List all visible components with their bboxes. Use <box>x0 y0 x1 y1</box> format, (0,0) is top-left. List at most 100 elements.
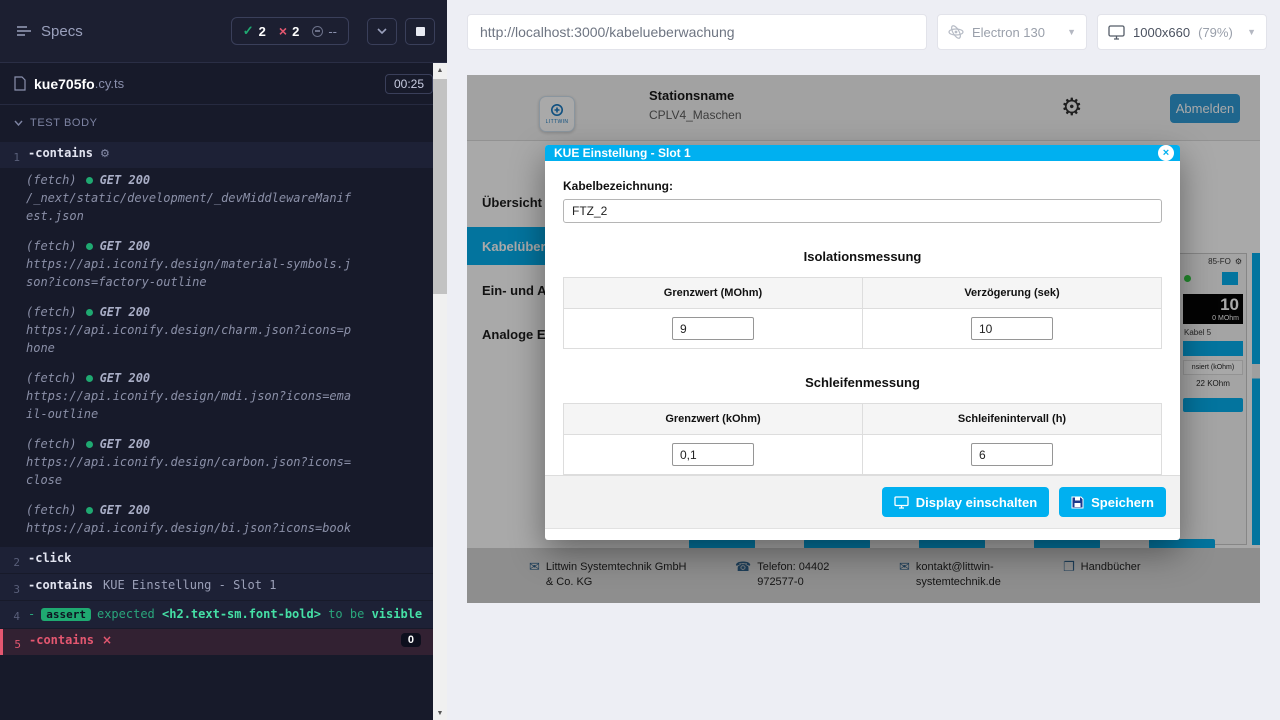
modal-title-bar: KUE Einstellung - Slot 1 × <box>545 145 1180 161</box>
fetch-status: GET 200 <box>100 305 151 319</box>
viewport-zoom: (79%) <box>1198 25 1233 40</box>
display-on-button[interactable]: Display einschalten <box>882 487 1049 517</box>
cypress-reporter: Specs ✓2 ×2 -- kue705fo .cy.ts 00:25 TES… <box>0 0 447 720</box>
fetch-status: GET 200 <box>100 239 151 253</box>
options-gear-icon: ⚙ <box>100 147 110 160</box>
status-dot-icon <box>86 243 93 250</box>
fetch-status: GET 200 <box>100 371 151 385</box>
fetch-status: GET 200 <box>100 437 151 451</box>
viewport-icon <box>1108 25 1125 40</box>
stat-pending: -- <box>312 24 337 39</box>
browser-select[interactable]: Electron 130 ▼ <box>937 14 1087 50</box>
fetch-url: https://api.iconify.design/charm.json?ic… <box>26 321 356 357</box>
fetch-url: /_next/static/development/_devMiddleware… <box>26 189 356 225</box>
iso-limit-input[interactable] <box>672 317 754 340</box>
assert-message: -assertexpected <h2.text-sm.font-bold> t… <box>28 607 422 621</box>
column-header: Grenzwert (MOhm) <box>564 278 863 309</box>
modal-title: KUE Einstellung - Slot 1 <box>554 146 691 160</box>
fetch-label: (fetch) <box>26 371 77 385</box>
command-arg: KUE Einstellung - Slot 1 <box>103 578 276 592</box>
fail-x-icon: × <box>102 633 112 647</box>
modal-footer: Display einschalten Speichern <box>545 475 1180 529</box>
chevron-down-icon: ▼ <box>1247 27 1256 37</box>
fetch-label: (fetch) <box>26 173 77 187</box>
status-dot-icon <box>86 309 93 316</box>
run-stats: ✓2 ×2 -- <box>231 17 349 45</box>
display-icon <box>894 496 909 509</box>
column-header: Verzögerung (sek) <box>863 278 1162 309</box>
cable-name-input[interactable] <box>563 199 1162 223</box>
app-under-test: LITTWIN Stationsname CPLV4_Maschen ⚙ Abm… <box>467 75 1260 603</box>
scroll-up-arrow[interactable]: ▲ <box>433 63 447 77</box>
fetch-status: GET 200 <box>100 173 151 187</box>
cross-icon: × <box>279 23 287 39</box>
spec-row[interactable]: kue705fo .cy.ts 00:25 <box>0 63 447 105</box>
stat-passed: ✓2 <box>243 23 266 39</box>
stop-run-button[interactable] <box>405 18 435 45</box>
reporter-header: Specs ✓2 ×2 -- <box>0 0 447 63</box>
loop-limit-input[interactable] <box>672 443 754 466</box>
aut-url-input[interactable] <box>467 14 927 50</box>
fetch-log[interactable]: (fetch) GET 200 https://api.iconify.desig… <box>0 367 433 429</box>
status-dot-icon <box>86 177 93 184</box>
viewport-select[interactable]: 1000x660 (79%) ▼ <box>1097 14 1267 50</box>
fetch-log[interactable]: (fetch) GET 200 https://api.iconify.desig… <box>0 301 433 363</box>
stat-failed: ×2 <box>279 23 299 39</box>
command-log: 1 -contains⚙ (fetch)GET 200 /_next/stati… <box>0 142 433 655</box>
command-name: -contains <box>28 578 93 592</box>
save-button[interactable]: Speichern <box>1059 487 1166 517</box>
viewport-size: 1000x660 <box>1133 25 1190 40</box>
browser-label: Electron 130 <box>972 25 1045 40</box>
preview-pane: Electron 130 ▼ 1000x660 (79%) ▼ LITTWIN … <box>447 0 1280 720</box>
fetch-url: https://api.iconify.design/carbon.json?i… <box>26 453 356 489</box>
fetch-status: GET 200 <box>100 503 151 517</box>
fetch-log[interactable]: (fetch) GET 200 https://api.iconify.desig… <box>0 433 433 495</box>
scroll-down-arrow[interactable]: ▼ <box>433 706 447 720</box>
fetch-label: (fetch) <box>26 437 77 451</box>
specs-menu-icon[interactable] <box>16 24 32 38</box>
loop-heading: Schleifenmessung <box>563 375 1162 390</box>
fetch-log[interactable]: (fetch)GET 200 https://api.iconify.desig… <box>0 499 433 543</box>
stop-icon <box>416 27 425 36</box>
modal-body: Kabelbezeichnung: Isolationsmessung Gren… <box>545 161 1180 475</box>
isolation-table: Grenzwert (MOhm) Verzögerung (sek) <box>563 277 1162 349</box>
command-contains-2[interactable]: 3 -containsKUE Einstellung - Slot 1 <box>0 574 433 600</box>
command-name: -contains <box>28 146 93 160</box>
iso-delay-input[interactable] <box>971 317 1053 340</box>
column-header: Schleifenintervall (h) <box>863 404 1162 435</box>
column-header: Grenzwert (kOhm) <box>564 404 863 435</box>
fetch-url: https://api.iconify.design/mdi.json?icon… <box>26 387 356 423</box>
fetch-url: https://api.iconify.design/material-symb… <box>26 255 356 291</box>
loop-table: Grenzwert (kOhm) Schleifenintervall (h) <box>563 403 1162 475</box>
reporter-scrollbar[interactable]: ▲ ▼ <box>433 63 447 720</box>
assert-badge: assert <box>41 608 91 621</box>
save-floppy-icon <box>1071 496 1084 509</box>
spec-file-icon <box>14 76 26 91</box>
fetch-url: https://api.iconify.design/bi.json?icons… <box>26 519 351 537</box>
command-contains-1[interactable]: 1 -contains⚙ <box>0 142 433 168</box>
test-body-label: TEST BODY <box>30 117 98 129</box>
pending-icon <box>312 26 323 37</box>
status-dot-icon <box>86 441 93 448</box>
command-name: -contains <box>29 633 94 647</box>
specs-title[interactable]: Specs <box>41 23 83 40</box>
fetch-log[interactable]: (fetch)GET 200 https://api.iconify.desig… <box>0 235 433 297</box>
status-dot-icon <box>86 507 93 514</box>
isolation-heading: Isolationsmessung <box>563 249 1162 264</box>
assert-expected: visible <box>372 607 423 621</box>
close-icon[interactable]: × <box>1158 145 1174 161</box>
command-click[interactable]: 2 -click <box>0 547 433 573</box>
check-icon: ✓ <box>243 23 254 39</box>
collapse-all-button[interactable] <box>367 18 397 45</box>
spec-ext: .cy.ts <box>95 76 124 91</box>
command-contains-failed[interactable]: 5 -contains×0 <box>0 629 433 655</box>
test-body-section[interactable]: TEST BODY <box>0 105 447 141</box>
element-count-badge: 0 <box>401 633 421 647</box>
cable-name-label: Kabelbezeichnung: <box>563 179 1162 193</box>
fetch-label: (fetch) <box>26 305 77 319</box>
command-assert[interactable]: 4 -assertexpected <h2.text-sm.font-bold>… <box>0 601 433 628</box>
fetch-log[interactable]: (fetch) GET 200 /_next/static/development… <box>0 169 433 231</box>
status-dot-icon <box>86 375 93 382</box>
loop-interval-input[interactable] <box>971 443 1053 466</box>
scrollbar-thumb[interactable] <box>433 79 447 294</box>
